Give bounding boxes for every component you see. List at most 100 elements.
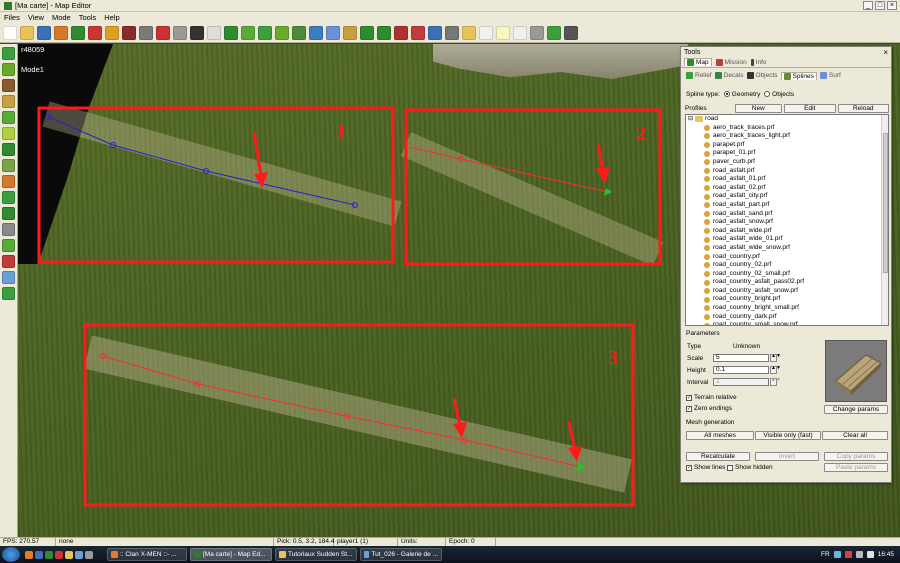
quick-launch-icon[interactable] (55, 550, 63, 559)
toolbar-tool-icon[interactable] (156, 25, 170, 40)
toolbar-tool-icon[interactable] (360, 25, 374, 40)
toolbar-tool-icon[interactable] (309, 25, 323, 40)
tools-panel-close-icon[interactable]: × (883, 48, 888, 57)
tray-icon[interactable] (833, 551, 841, 558)
quick-launch-icon[interactable] (25, 550, 33, 559)
maximize-button[interactable]: □ (875, 1, 885, 10)
reload-button[interactable]: Reload (837, 104, 889, 113)
radio-geometry[interactable] (723, 91, 730, 98)
toolbar-tool-icon[interactable] (122, 25, 136, 40)
tree-profile-item[interactable]: road_asfalt_wide.prf (688, 227, 888, 236)
show-lines-checkbox[interactable]: ✓ (686, 464, 692, 471)
toolbar-tool-icon[interactable] (224, 25, 238, 40)
left-tool-icon[interactable] (2, 191, 15, 204)
toolbar-tool-icon[interactable] (479, 25, 493, 40)
profiles-tree[interactable]: ⊟ road aero_track_traces.prf aero_track_tra… (685, 114, 889, 326)
tree-scroll-thumb[interactable] (883, 133, 888, 273)
terrain-relative-checkbox[interactable]: ✓ (686, 394, 692, 401)
tree-profile-item[interactable]: road_country_small_snow.prf (688, 321, 888, 325)
left-tool-icon[interactable] (2, 111, 15, 124)
zero-endings-row[interactable]: ✓ Zero endings (686, 405, 732, 412)
tree-profile-item[interactable]: parapet.prf (688, 141, 888, 150)
tree-profile-item[interactable]: road_asfalt_snow.prf (688, 218, 888, 227)
close-button[interactable]: × (887, 1, 897, 10)
all-meshes-button[interactable]: All meshes (686, 431, 754, 440)
tree-profile-item[interactable]: road_asfalt_wide_snow.prf (688, 244, 888, 253)
tree-folder-road[interactable]: ⊟ road (688, 115, 888, 124)
tree-profile-item[interactable]: road_country.prf (688, 253, 888, 262)
recalculate-button[interactable]: Recalculate (686, 452, 750, 461)
subtab-surf[interactable]: Surf (819, 72, 841, 79)
toolbar-tool-icon[interactable] (258, 25, 272, 40)
language-indicator[interactable]: FR (821, 551, 830, 558)
quick-launch-icon[interactable] (75, 550, 83, 559)
toolbar-tool-icon[interactable] (37, 25, 51, 40)
tree-profile-item[interactable]: road_asfalt_sand.prf (688, 210, 888, 219)
tab-map[interactable]: Map (684, 58, 712, 66)
tree-profile-item[interactable]: road_country_02.prf (688, 261, 888, 270)
menu-mode[interactable]: Mode (52, 13, 71, 22)
left-tool-icon[interactable] (2, 223, 15, 236)
tree-profile-item[interactable]: aero_track_traces_light.prf (688, 132, 888, 141)
tree-profile-item[interactable]: road_asfalt.prf (688, 167, 888, 176)
interval-spinner[interactable]: ▲▼ (770, 378, 781, 386)
toolbar-tool-icon[interactable] (207, 25, 221, 40)
toolbar-tool-icon[interactable] (530, 25, 544, 40)
left-tool-icon[interactable] (2, 79, 15, 92)
left-tool-icon[interactable] (2, 287, 15, 300)
toolbar-tool-icon[interactable] (173, 25, 187, 40)
toolbar-tool-icon[interactable] (394, 25, 408, 40)
spline-type-objects[interactable]: Objects (764, 91, 794, 98)
toolbar-tool-icon[interactable] (343, 25, 357, 40)
show-hidden-row[interactable]: Show hidden (727, 464, 773, 471)
tree-profile-item[interactable]: road_country_asfalt_pass02.prf (688, 278, 888, 287)
left-tool-icon[interactable] (2, 143, 15, 156)
tree-profile-item[interactable]: road_asfalt_01.prf (688, 175, 888, 184)
toolbar-tool-icon[interactable] (428, 25, 442, 40)
scale-spinner[interactable]: ▲▼ (770, 354, 781, 362)
left-tool-icon[interactable] (2, 127, 15, 140)
task-tutoriaux[interactable]: Tutoriaux Sudden St... (275, 548, 357, 561)
spline-end-marker[interactable] (604, 188, 612, 196)
tree-expander[interactable]: ⊟ (688, 115, 693, 124)
toolbar-tool-icon[interactable] (190, 25, 204, 40)
subtab-objects[interactable]: Objects (746, 72, 778, 79)
left-tool-icon[interactable] (2, 95, 15, 108)
menu-help[interactable]: Help (104, 13, 119, 22)
quick-launch-icon[interactable] (65, 550, 73, 559)
left-tool-icon[interactable] (2, 159, 15, 172)
paste-params-button[interactable]: Paste params (824, 463, 888, 472)
left-tool-icon[interactable] (2, 63, 15, 76)
tree-profile-item[interactable]: road_asfalt_02.prf (688, 184, 888, 193)
subtab-decals[interactable]: Decals (714, 72, 744, 79)
left-tool-icon[interactable] (2, 255, 15, 268)
tree-profile-item[interactable]: road_country_bright.prf (688, 295, 888, 304)
height-spinner[interactable]: ▲▼ (770, 366, 781, 374)
tree-scrollbar[interactable] (881, 115, 888, 325)
change-params-button[interactable]: Change params (824, 405, 888, 414)
edit-button[interactable]: Edit (784, 104, 836, 113)
tree-profile-item[interactable]: road_country_asfalt_snow.prf (688, 287, 888, 296)
left-tool-icon[interactable] (2, 175, 15, 188)
toolbar-tool-icon[interactable] (377, 25, 391, 40)
show-lines-row[interactable]: ✓ Show lines (686, 464, 725, 471)
toolbar-tool-icon[interactable] (241, 25, 255, 40)
toolbar-tool-icon[interactable] (513, 25, 527, 40)
toolbar-tool-icon[interactable] (20, 25, 34, 40)
tab-mission[interactable]: Mission (715, 58, 747, 66)
scale-field[interactable]: 5 (713, 354, 769, 362)
toolbar-tool-icon[interactable] (3, 25, 17, 40)
menu-view[interactable]: View (28, 13, 44, 22)
clear-all-button[interactable]: Clear all (822, 431, 888, 440)
spline-type-geometry[interactable]: Geometry (723, 91, 760, 98)
tray-icon[interactable] (855, 551, 863, 558)
tree-profile-item[interactable]: aero_track_traces.prf (688, 124, 888, 133)
toolbar-tool-icon[interactable] (445, 25, 459, 40)
tree-profile-item[interactable]: road_country_dark.prf (688, 313, 888, 322)
radio-objects[interactable] (764, 91, 771, 98)
copy-params-button[interactable]: Copy params (824, 452, 888, 461)
tree-profile-item[interactable]: road_country_bright_small.prf (688, 304, 888, 313)
left-tool-icon[interactable] (2, 239, 15, 252)
toolbar-tool-icon[interactable] (326, 25, 340, 40)
tray-icon[interactable] (844, 551, 852, 558)
